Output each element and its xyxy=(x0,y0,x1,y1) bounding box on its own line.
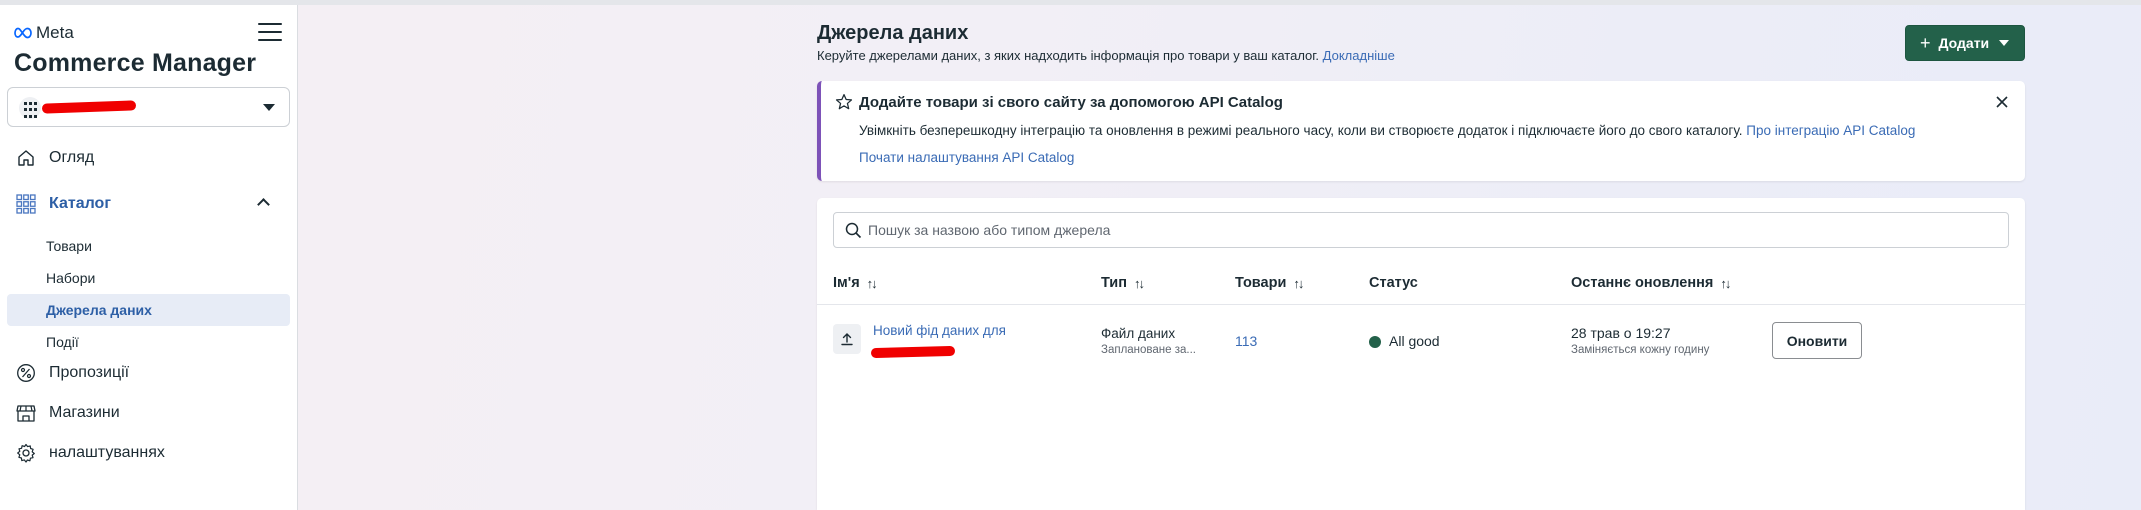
add-button-label: Додати xyxy=(1938,35,1990,51)
page-subtitle: Керуйте джерелами даних, з яких надходит… xyxy=(817,48,1395,63)
caret-down-icon xyxy=(263,104,275,111)
gear-icon xyxy=(15,442,37,464)
sidebar-item-settings[interactable]: налаштуваннях xyxy=(7,436,290,470)
page-title: Джерела даних xyxy=(817,22,969,44)
column-header-status: Статус xyxy=(1369,275,1418,291)
sidebar-item-label: налаштуваннях xyxy=(49,444,165,461)
start-api-catalog-setup-link[interactable]: Почати налаштування API Catalog xyxy=(859,150,1074,165)
column-header-label: Тип xyxy=(1101,275,1127,291)
sidebar-item-offers[interactable]: Пропозиції xyxy=(7,356,290,390)
column-header-label: Останнє оновлення xyxy=(1571,275,1714,291)
column-header-items[interactable]: Товари ↑↓ xyxy=(1235,275,1304,291)
sort-icon[interactable]: ↑↓ xyxy=(867,276,878,291)
sort-icon[interactable]: ↑↓ xyxy=(1134,276,1145,291)
app-title: Commerce Manager xyxy=(14,49,257,77)
redacted-source-name xyxy=(870,345,956,359)
last-update-date: 28 трав о 19:27 xyxy=(1571,325,1671,341)
add-button[interactable]: + Додати xyxy=(1905,25,2025,61)
caret-down-icon xyxy=(1999,40,2010,46)
status-dot-icon xyxy=(1369,336,1381,348)
sidebar-subitem-products[interactable]: Товари xyxy=(7,230,290,262)
column-header-name[interactable]: Ім'я ↑↓ xyxy=(833,275,878,291)
sidebar-item-catalog[interactable]: Каталог xyxy=(7,187,290,221)
sidebar-subitem-events[interactable]: Події xyxy=(7,326,290,358)
refresh-button[interactable]: Оновити xyxy=(1772,322,1862,359)
sidebar-item-shops[interactable]: Магазини xyxy=(7,396,290,430)
header-divider xyxy=(817,304,2025,305)
items-count-link[interactable]: 113 xyxy=(1235,333,1257,349)
grid-icon xyxy=(15,193,37,215)
sidebar-item-label: Магазини xyxy=(49,404,120,421)
api-catalog-banner: Додайте товари зі свого сайту за допомог… xyxy=(817,81,2025,181)
upload-icon xyxy=(833,324,861,354)
storefront-icon xyxy=(15,402,37,424)
page-subtitle-text: Керуйте джерелами даних, з яких надходит… xyxy=(817,48,1320,63)
update-frequency: Заміняється кожну годину xyxy=(1571,344,1710,356)
menu-toggle-icon[interactable] xyxy=(258,23,282,43)
sidebar-subitem-data-sources[interactable]: Джерела даних xyxy=(7,294,290,326)
business-grid-icon xyxy=(19,97,41,119)
plus-icon: + xyxy=(1920,33,1931,53)
close-icon[interactable] xyxy=(1995,95,2009,109)
sidebar-item-label: Огляд xyxy=(49,149,95,166)
sidebar-item-overview[interactable]: Огляд xyxy=(7,141,290,175)
column-header-label: Статус xyxy=(1369,275,1418,291)
sidebar-item-label: Каталог xyxy=(49,195,111,212)
banner-description: Увімкніть безперешкодну інтеграцію та он… xyxy=(859,123,1743,138)
column-header-label: Товари xyxy=(1235,275,1287,291)
meta-infinity-icon xyxy=(14,27,32,39)
data-sources-card: Ім'я ↑↓ Тип ↑↓ Товари ↑↓ Статус Останнє … xyxy=(817,198,2025,510)
search-input[interactable] xyxy=(868,214,1998,246)
sidebar-subitem-sets[interactable]: Набори xyxy=(7,262,290,294)
data-source-name-link[interactable]: Новий фід даних для xyxy=(873,323,1006,338)
sort-icon[interactable]: ↑↓ xyxy=(1720,276,1731,291)
sidebar-item-label: Пропозиції xyxy=(49,364,130,381)
top-border xyxy=(0,0,2141,5)
api-catalog-integration-link[interactable]: Про інтеграцію API Catalog xyxy=(1746,123,1915,138)
sort-icon[interactable]: ↑↓ xyxy=(1293,276,1304,291)
status-text: All good xyxy=(1389,333,1440,349)
home-icon xyxy=(15,147,37,169)
column-header-type[interactable]: Тип ↑↓ xyxy=(1101,275,1145,291)
meta-brand-text: Meta xyxy=(36,23,74,42)
chevron-up-icon[interactable] xyxy=(257,198,270,211)
sidebar: Meta Commerce Manager Огляд Каталог Това… xyxy=(0,5,298,510)
meta-logo[interactable]: Meta xyxy=(14,23,74,43)
learn-more-link[interactable]: Докладніше xyxy=(1323,48,1395,63)
redacted-account-name xyxy=(41,100,137,114)
search-icon xyxy=(845,222,862,239)
source-type: Файл даних xyxy=(1101,326,1176,341)
search-box[interactable] xyxy=(833,212,2009,248)
banner-title: Додайте товари зі свого сайту за допомог… xyxy=(859,94,1283,111)
account-selector[interactable] xyxy=(7,87,290,127)
percent-icon xyxy=(15,362,37,384)
column-header-label: Ім'я xyxy=(833,275,860,291)
star-icon xyxy=(835,93,853,110)
column-header-last-update[interactable]: Останнє оновлення ↑↓ xyxy=(1571,275,1731,291)
source-schedule: Заплановане за... xyxy=(1101,344,1196,356)
banner-text: Увімкніть безперешкодну інтеграцію та он… xyxy=(859,123,1915,138)
